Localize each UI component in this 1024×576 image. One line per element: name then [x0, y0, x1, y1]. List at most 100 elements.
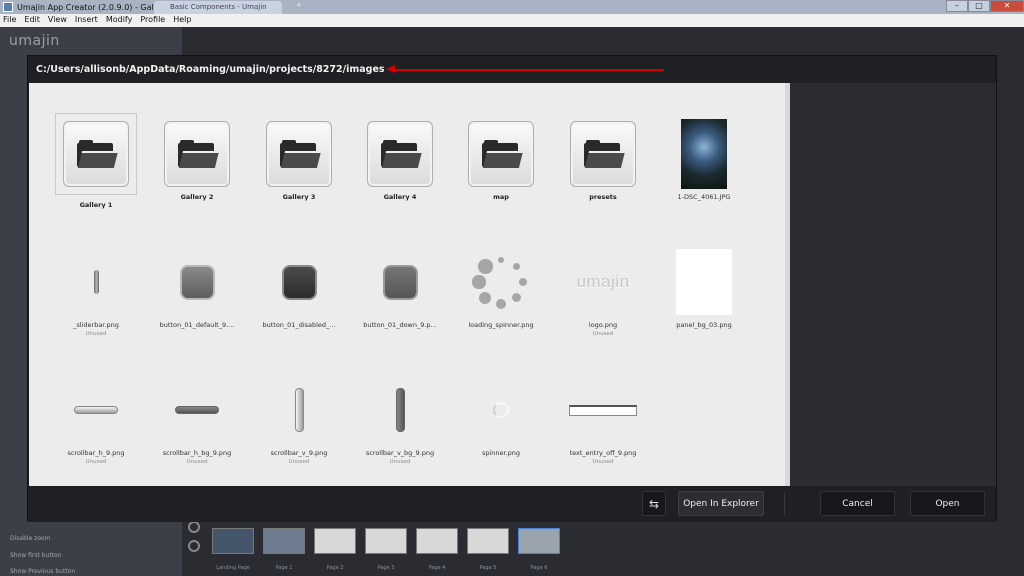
background-page-thumbnails: [212, 528, 560, 554]
file-name: text_entry_off_9.png: [569, 449, 637, 457]
menu-profile[interactable]: Profile: [137, 14, 170, 27]
current-path: C:/Users/allisonb/AppData/Roaming/umajin…: [36, 64, 385, 75]
window-title: Umajin App Creator (2.0.9.0) - Gallery *: [17, 2, 176, 12]
page-label: Page 1: [275, 565, 293, 571]
folder-icon: [178, 140, 220, 168]
scrollbar-h-bg-thumbnail: [175, 406, 219, 414]
scrollbar-v-thumbnail: [294, 388, 304, 432]
minimize-button[interactable]: –: [946, 0, 968, 12]
file-name: Gallery 4: [383, 193, 417, 201]
page-thumbnail: [416, 528, 458, 554]
sliderbar-thumbnail: [93, 270, 99, 294]
button-disabled-thumbnail: [281, 264, 317, 300]
page-label: Landing Page: [216, 565, 250, 571]
page-label: Page 5: [479, 565, 497, 571]
file-item[interactable]: scrollbar_v_9.png Unused: [249, 374, 349, 465]
folder-icon: [584, 140, 626, 168]
file-name: Gallery 2: [180, 193, 214, 201]
background-settings-icon: [188, 540, 200, 552]
open-in-explorer-button[interactable]: Open In Explorer: [678, 491, 764, 516]
photo-thumbnail: [681, 119, 727, 189]
maximize-button[interactable]: □: [968, 0, 990, 12]
file-name: button_01_down_9.p...: [363, 321, 437, 329]
file-item[interactable]: umajin logo.png Unused: [553, 246, 653, 337]
window-controls: – □ ✕: [946, 0, 1024, 12]
file-item[interactable]: text_entry_off_9.png Unused: [553, 374, 653, 465]
folder-icon: [482, 140, 524, 168]
menu-view[interactable]: View: [45, 14, 72, 27]
file-status: Unused: [592, 331, 614, 337]
folder-icon: [280, 140, 322, 168]
file-item[interactable]: button_01_down_9.p...: [350, 246, 450, 329]
file-item[interactable]: panel_bg_03.png: [654, 246, 754, 329]
folder-tile: [367, 121, 433, 187]
folder-tile: [570, 121, 636, 187]
folder-item[interactable]: Gallery 4: [350, 118, 450, 201]
background-logo: umajin: [9, 33, 60, 49]
spinner-thumbnail: [493, 402, 509, 418]
folder-tile: [164, 121, 230, 187]
file-item[interactable]: button_01_default_9....: [147, 246, 247, 329]
page-label: Page 3: [377, 565, 395, 571]
file-item[interactable]: scrollbar_v_bg_9.png Unused: [350, 374, 450, 465]
red-arrow-annotation: [386, 65, 664, 73]
file-name: map: [493, 193, 509, 201]
browser-tab-basic-components[interactable]: Basic Components - Umajin: [154, 1, 282, 14]
file-status: Unused: [592, 459, 614, 465]
background-label-show-first: Show first button: [10, 552, 62, 559]
preview-panel: [790, 83, 996, 486]
refresh-button[interactable]: ⇆: [642, 491, 666, 516]
file-item[interactable]: scrollbar_h_9.png Unused: [46, 374, 146, 465]
refresh-icon: ⇆: [648, 496, 660, 511]
file-item[interactable]: _sliderbar.png Unused: [46, 246, 146, 337]
file-item[interactable]: 1-DSC_4061.JPG: [654, 118, 754, 201]
new-tab-button[interactable]: +: [296, 1, 306, 14]
text-entry-thumbnail: [569, 404, 637, 416]
file-item[interactable]: scrollbar_h_bg_9.png Unused: [147, 374, 247, 465]
file-item[interactable]: spinner.png: [451, 374, 551, 457]
background-add-icon: [188, 521, 200, 533]
menu-help[interactable]: Help: [170, 14, 196, 27]
file-status: Unused: [186, 459, 208, 465]
file-name: logo.png: [588, 321, 618, 329]
file-status: Unused: [389, 459, 411, 465]
file-grid: Gallery 1 Gallery 2 Gallery 3 Gallery 4 map p…: [29, 83, 785, 486]
folder-tile: [468, 121, 534, 187]
page-thumbnail: [314, 528, 356, 554]
dialog-footer: ⇆ Open In Explorer Cancel Open: [28, 486, 996, 522]
file-item[interactable]: loading_spinner.png: [451, 246, 551, 329]
file-name: scrollbar_h_bg_9.png: [162, 449, 232, 457]
file-name: Gallery 3: [282, 193, 316, 201]
umajin-logo-thumbnail: umajin: [576, 272, 630, 291]
file-name: 1-DSC_4061.JPG: [677, 193, 731, 201]
folder-icon: [381, 140, 423, 168]
loading-spinner-icon: [470, 251, 532, 313]
page-thumbnail: [212, 528, 254, 554]
file-name: button_01_default_9....: [159, 321, 235, 329]
file-name: scrollbar_v_9.png: [270, 449, 328, 457]
cancel-button[interactable]: Cancel: [820, 491, 895, 516]
file-name: presets: [589, 193, 617, 201]
file-browser-dialog: C:/Users/allisonb/AppData/Roaming/umajin…: [27, 55, 997, 522]
folder-tile: [266, 121, 332, 187]
folder-item[interactable]: map: [451, 118, 551, 201]
file-name: scrollbar_h_9.png: [67, 449, 125, 457]
folder-tile: [63, 121, 129, 187]
menu-modify[interactable]: Modify: [103, 14, 138, 27]
menu-file[interactable]: File: [0, 14, 21, 27]
page-label: Page 2: [326, 565, 344, 571]
folder-item[interactable]: Gallery 3: [249, 118, 349, 201]
close-button[interactable]: ✕: [990, 0, 1024, 12]
folder-item[interactable]: Gallery 2: [147, 118, 247, 201]
folder-item[interactable]: presets: [553, 118, 653, 201]
open-button[interactable]: Open: [910, 491, 985, 516]
background-label-show-previous: Show Previous button: [10, 568, 76, 575]
menu-insert[interactable]: Insert: [72, 14, 103, 27]
file-name: panel_bg_03.png: [676, 321, 732, 329]
menu-edit[interactable]: Edit: [21, 14, 45, 27]
file-name: button_01_disabled_...: [262, 321, 336, 329]
background-label-disable-zoom: Disable zoom: [10, 535, 51, 542]
file-item[interactable]: button_01_disabled_...: [249, 246, 349, 329]
folder-item[interactable]: Gallery 1: [46, 113, 146, 209]
file-name: _sliderbar.png: [73, 321, 119, 329]
